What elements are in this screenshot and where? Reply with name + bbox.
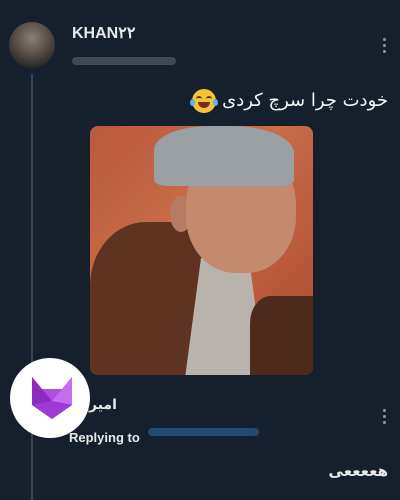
blurred-mention[interactable] <box>148 428 259 436</box>
fox-logo-icon <box>32 377 72 419</box>
photo-hair <box>154 126 294 186</box>
fox-avatar[interactable] <box>10 358 90 438</box>
tweet-image[interactable] <box>90 126 313 375</box>
more-options-icon[interactable] <box>383 38 387 53</box>
tweet-text: خودت چرا سرچ کردی <box>222 90 388 111</box>
avatar[interactable] <box>9 22 55 68</box>
reply-author-name[interactable]: امیر <box>89 397 117 413</box>
blurred-handle <box>72 57 176 65</box>
thread-line <box>31 74 33 500</box>
more-options-icon[interactable] <box>383 409 387 424</box>
author-name[interactable]: KHAN۲۲ <box>72 23 135 43</box>
photo-jacket-right <box>250 296 313 375</box>
reply-text: هععععی <box>328 462 388 480</box>
replying-to-label: Replying to <box>69 430 140 445</box>
face-with-tears-of-joy-icon <box>190 89 218 113</box>
